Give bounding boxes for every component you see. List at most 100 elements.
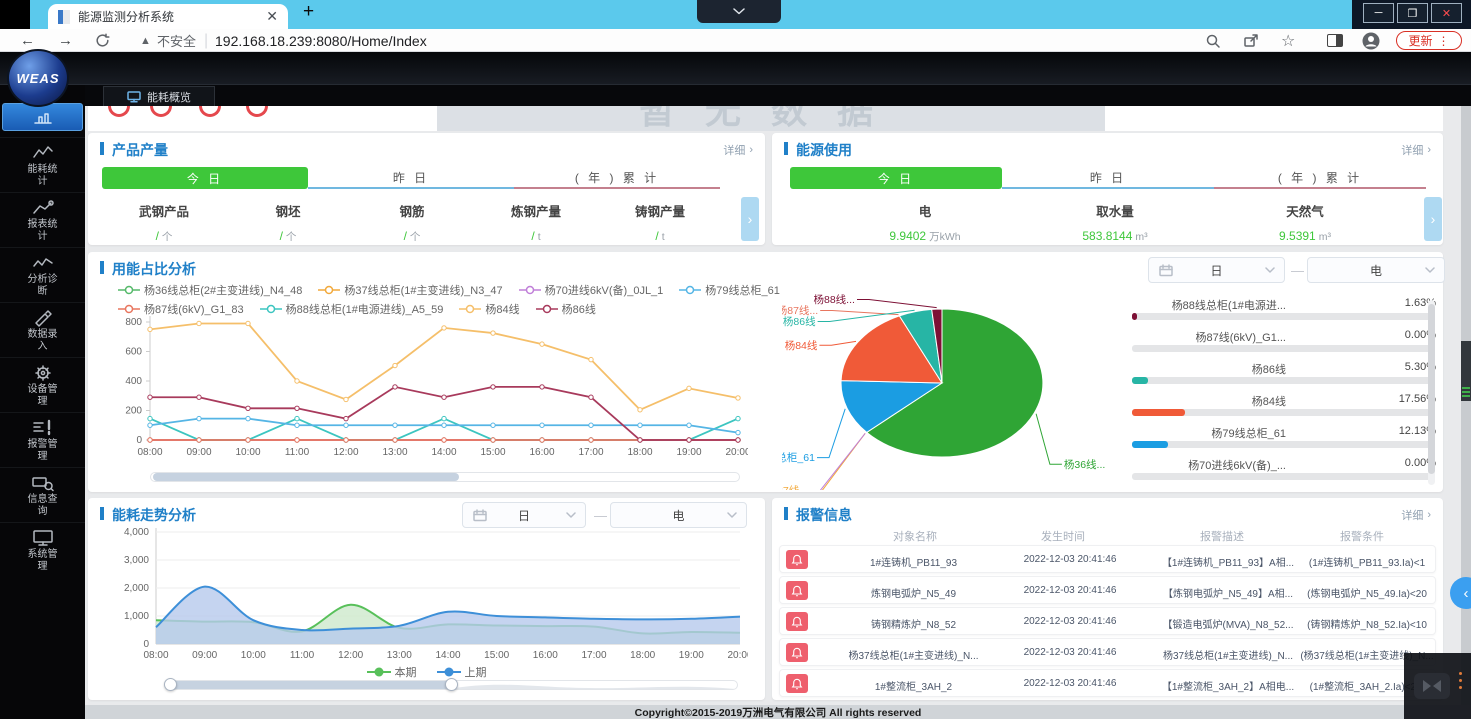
tab-today[interactable]: 今 日 xyxy=(790,167,1002,189)
tab-yesterday[interactable]: 昨 日 xyxy=(1002,167,1214,189)
ranking-scrollbar-thumb[interactable] xyxy=(1428,304,1435,474)
ranking-row[interactable]: 杨87线(6kV)_G1...0.00% xyxy=(1128,328,1438,360)
trend-zoombar[interactable] xyxy=(168,680,738,690)
sidebar-item-4[interactable]: 数据录入 xyxy=(0,302,85,357)
svg-text:19:00: 19:00 xyxy=(676,447,701,458)
bookmark-star-icon[interactable]: ☆ xyxy=(1281,29,1295,52)
alarm-description: 【1#整流柜_3AH_2】A相电... xyxy=(1142,678,1314,693)
forward-button[interactable]: → xyxy=(58,29,73,52)
alarm-row[interactable]: 炼钢电弧炉_N5_492022-12-03 20:41:46【炼钢电弧炉_N5_… xyxy=(779,576,1436,604)
tab-year-total[interactable]: ( 年 ) 累 计 xyxy=(514,167,720,189)
svg-text:16:00: 16:00 xyxy=(529,447,554,458)
alarm-bell-button[interactable] xyxy=(786,612,808,631)
sidebar-item-overview[interactable] xyxy=(2,103,83,131)
tab-energy-overview[interactable]: 能耗概览 xyxy=(103,86,215,106)
detail-link[interactable]: 详细› xyxy=(1401,507,1431,523)
tab-yesterday[interactable]: 昨 日 xyxy=(308,167,514,189)
panel-next-button[interactable]: › xyxy=(1424,197,1442,241)
ranking-row[interactable]: 杨88线总柜(1#电源进...1.63% xyxy=(1128,296,1438,328)
detail-link[interactable]: 详细› xyxy=(723,142,753,158)
content-scrollbar-thumb[interactable] xyxy=(1461,341,1471,401)
recorder-menu-dots[interactable] xyxy=(1459,672,1462,689)
sidebar-item-5[interactable]: 设备管理 xyxy=(0,357,85,412)
select-value: 日 xyxy=(1210,262,1222,279)
ranking-row[interactable]: 杨84线17.56% xyxy=(1128,392,1438,424)
svg-text:17:00: 17:00 xyxy=(581,650,606,661)
tab-year-total[interactable]: ( 年 ) 累 计 xyxy=(1214,167,1426,189)
alarm-row[interactable]: 铸钢精炼炉_N8_522022-12-03 20:41:46【锻造电弧炉(MVA… xyxy=(779,607,1436,635)
reload-button[interactable] xyxy=(95,29,110,52)
sidebar-item-3[interactable]: 分析诊断 xyxy=(0,247,85,302)
energy-tabs: 今 日昨 日( 年 ) 累 计 xyxy=(790,167,1426,189)
ranking-bar-fill xyxy=(1132,377,1148,384)
titlebar-dropdown[interactable] xyxy=(697,0,781,23)
alarm-bell-button[interactable] xyxy=(786,550,808,569)
legend-marker-icon xyxy=(318,285,340,295)
tab-close-icon[interactable]: ✕ xyxy=(266,8,278,25)
new-tab-button[interactable]: + xyxy=(303,1,314,23)
tab-today[interactable]: 今 日 xyxy=(102,167,308,189)
legend-item[interactable]: 杨70进线6kV(备)_0JL_1 xyxy=(519,282,664,298)
ranking-row[interactable]: 杨86线5.30% xyxy=(1128,360,1438,392)
ratio-energy-select[interactable]: 电 xyxy=(1307,257,1445,283)
zoom-handle-left[interactable] xyxy=(164,678,177,691)
sidebar-item-label: 信息查询 xyxy=(26,494,60,518)
ranking-name: 杨84线 xyxy=(1128,393,1286,409)
content-scrollbar[interactable] xyxy=(1461,106,1471,705)
sidebar-item-7[interactable]: 信息查询 xyxy=(0,467,85,522)
footer: Copyright©2015-2019万洲电气有限公司 All rights r… xyxy=(85,705,1471,719)
ratio-period-select[interactable]: 日 xyxy=(1148,257,1285,283)
alarm-object-name: 杨37线总柜(1#主变进线)_N... xyxy=(816,647,1011,662)
ranking-row[interactable]: 杨70进线6kV(备)_...0.00% xyxy=(1128,456,1438,488)
zoom-thumb[interactable] xyxy=(171,681,451,689)
window-restore-button[interactable]: ❐ xyxy=(1397,3,1428,23)
address-url[interactable]: 192.168.18.239:8080/Home/Index xyxy=(215,29,427,52)
browser-tab[interactable]: 能源监测分析系统 ✕ xyxy=(48,4,288,29)
chevron-down-icon xyxy=(733,8,745,15)
line-chart-zoombar[interactable] xyxy=(150,472,740,482)
calendar-icon xyxy=(1159,264,1173,277)
stat-label: 钢坯 xyxy=(228,201,348,220)
ranking-scrollbar[interactable] xyxy=(1428,300,1435,485)
sidebar-item-1[interactable]: 能耗统计 xyxy=(0,137,85,192)
window-close-button[interactable]: ✕ xyxy=(1431,3,1462,23)
legend-item[interactable]: 杨37线总柜(1#主变进线)_N3_47 xyxy=(318,282,502,298)
chevron-right-icon: › xyxy=(1427,144,1431,156)
sidebar-item-2[interactable]: 报表统计 xyxy=(0,192,85,247)
select-value: 电 xyxy=(672,507,684,524)
svg-text:19:00: 19:00 xyxy=(679,650,704,661)
alarm-bell-button[interactable] xyxy=(786,674,808,693)
ranking-row[interactable]: 杨79线总柜_6112.13% xyxy=(1128,424,1438,456)
alarm-panel: 报警信息 详细› 对象名称发生时间报警描述报警条件 1#连铸机_PB11_932… xyxy=(772,498,1443,700)
svg-text:18:00: 18:00 xyxy=(630,650,655,661)
stat-unit: 个 xyxy=(286,231,297,243)
trend-legend-item[interactable]: 上期 xyxy=(437,664,487,680)
pie-label-杨37线: 杨37线... xyxy=(782,484,808,490)
sidebar-item-6[interactable]: 报警管理 xyxy=(0,412,85,467)
zoom-handle-right[interactable] xyxy=(445,678,458,691)
ranking-name: 杨88线总柜(1#电源进... xyxy=(1128,297,1286,313)
alarm-row[interactable]: 1#整流柜_3AH_22022-12-03 20:41:46【1#整流柜_3AH… xyxy=(779,669,1436,697)
panel-next-button[interactable]: › xyxy=(741,197,759,241)
warning-triangle-icon[interactable]: ▲ xyxy=(140,29,151,52)
legend-item[interactable]: 杨36线总柜(2#主变进线)_N4_48 xyxy=(118,282,302,298)
profile-avatar-icon[interactable] xyxy=(1362,29,1380,52)
trend-legend-item[interactable]: 本期 xyxy=(367,664,417,680)
legend-item[interactable]: 杨79线总柜_61 xyxy=(679,282,780,298)
update-button[interactable]: 更新 ⋮ xyxy=(1396,31,1462,50)
alarm-row[interactable]: 杨37线总柜(1#主变进线)_N...2022-12-03 20:41:46杨3… xyxy=(779,638,1436,666)
alarm-row[interactable]: 1#连铸机_PB11_932022-12-03 20:41:46【1#连铸机_P… xyxy=(779,545,1436,573)
search-icon[interactable] xyxy=(1205,29,1221,52)
alarm-bell-button[interactable] xyxy=(786,643,808,662)
detail-link[interactable]: 详细› xyxy=(1401,142,1431,158)
flip-icon[interactable] xyxy=(1414,673,1450,699)
sidebar-item-8[interactable]: 系统管理 xyxy=(0,522,85,577)
share-icon[interactable] xyxy=(1243,29,1259,52)
sidepanel-icon[interactable] xyxy=(1327,29,1343,52)
stat-column: 钢筋/个 xyxy=(352,201,472,244)
bell-icon xyxy=(791,616,803,628)
select-value: 电 xyxy=(1370,262,1382,279)
zoom-thumb[interactable] xyxy=(153,473,459,481)
window-minimize-button[interactable]: ─ xyxy=(1363,3,1394,23)
alarm-bell-button[interactable] xyxy=(786,581,808,600)
